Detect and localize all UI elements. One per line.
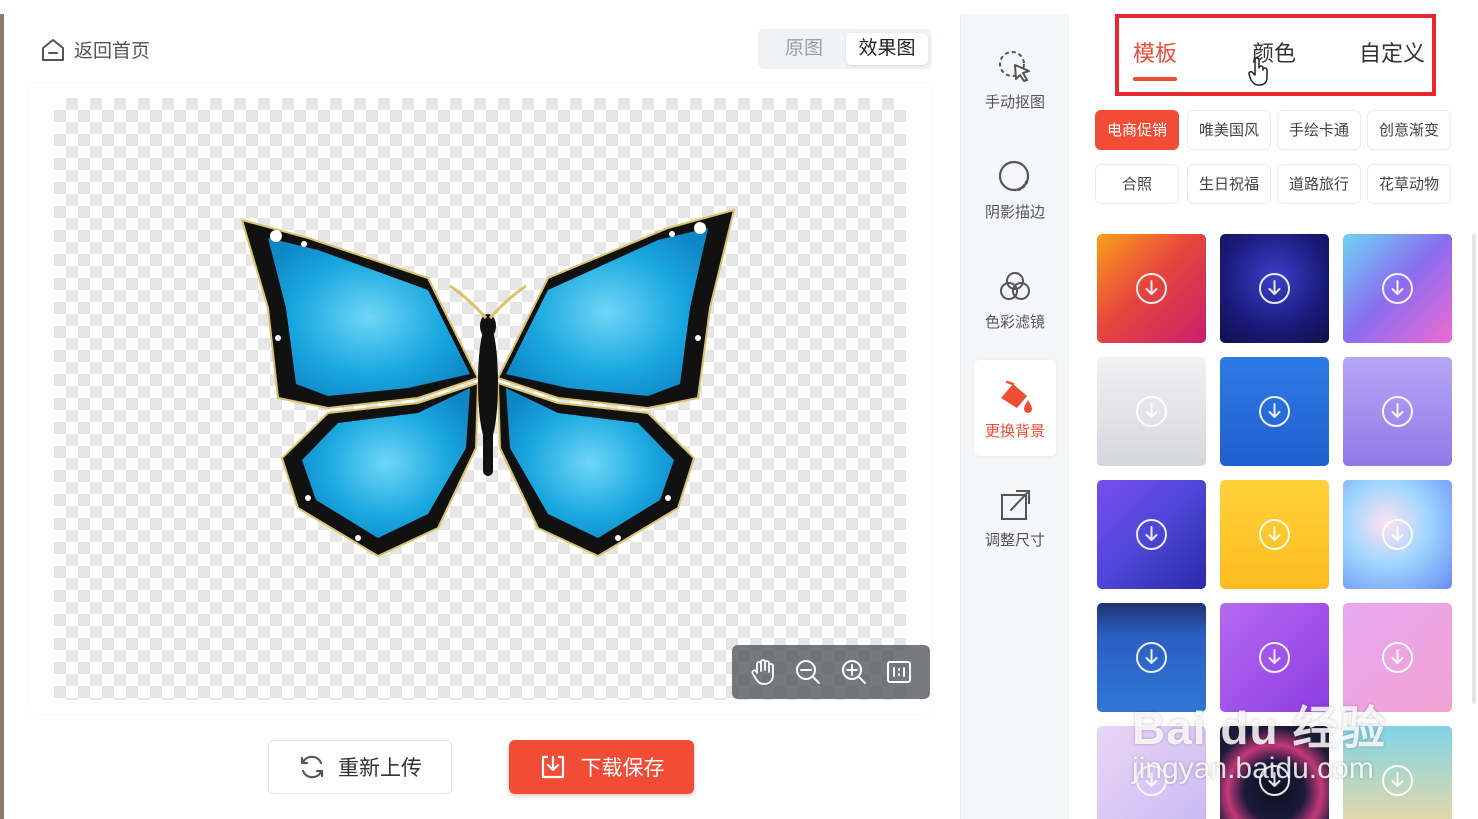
tool-manual-cutout[interactable]: 手动抠图 (974, 32, 1056, 128)
download-icon (1381, 395, 1414, 428)
category-chip[interactable]: 唯美国风 (1187, 110, 1271, 150)
template-thumb[interactable] (1097, 603, 1206, 712)
editor-area: 返回首页 原图 效果图 重新上传 下载保存 (4, 14, 960, 819)
reupload-button[interactable]: 重新上传 (268, 740, 452, 794)
refresh-icon (300, 755, 324, 779)
download-icon (1381, 641, 1414, 674)
color-filter-icon (1000, 271, 1030, 300)
back-home-link[interactable]: 返回首页 (40, 36, 150, 63)
download-icon (1381, 764, 1414, 797)
tool-label: 色彩滤镜 (984, 313, 1045, 331)
home-icon (42, 38, 64, 61)
butterfly-image (240, 208, 736, 558)
category-chip[interactable]: 道路旅行 (1277, 164, 1361, 204)
template-thumb[interactable] (1097, 234, 1206, 343)
reupload-label: 重新上传 (338, 757, 422, 780)
annotation-highlight-box (1115, 14, 1436, 96)
template-thumb[interactable] (1343, 234, 1452, 343)
category-chip[interactable]: 创意渐变 (1367, 110, 1451, 150)
template-thumb[interactable] (1220, 357, 1329, 466)
download-icon (1381, 272, 1414, 305)
tool-change-background[interactable]: 更换背景 (974, 360, 1056, 456)
top-strip (0, 0, 1478, 14)
template-thumb[interactable] (1220, 480, 1329, 589)
template-thumb[interactable] (1343, 603, 1452, 712)
download-save-label: 下载保存 (580, 757, 665, 780)
tool-label: 阴影描边 (984, 203, 1045, 221)
template-grid (1097, 234, 1457, 819)
download-icon (1135, 395, 1168, 428)
shadow-outline-icon (998, 160, 1030, 191)
download-icon (541, 755, 564, 779)
view-effect-button[interactable]: 效果图 (846, 33, 928, 65)
download-icon (1258, 641, 1291, 674)
cursor-select-icon (999, 50, 1030, 82)
category-chip[interactable]: 生日祝福 (1187, 164, 1271, 204)
template-thumb[interactable] (1220, 234, 1329, 343)
template-thumb[interactable] (1220, 603, 1329, 712)
category-chip[interactable]: 花草动物 (1367, 164, 1451, 204)
tool-shadow-outline[interactable]: 阴影描边 (974, 142, 1056, 238)
template-thumb[interactable] (1097, 480, 1206, 589)
tool-rail: 手动抠图 阴影描边 色彩滤镜 更换背景 调整尺寸 (960, 14, 1070, 819)
paint-bucket-icon (1001, 380, 1032, 413)
template-thumb[interactable] (1097, 726, 1206, 819)
tool-resize[interactable]: 调整尺寸 (974, 470, 1056, 566)
view-toggle: 原图 效果图 (758, 29, 932, 69)
hand-cursor-icon (1248, 57, 1268, 86)
template-thumb[interactable] (1220, 726, 1329, 819)
tool-label: 调整尺寸 (984, 531, 1045, 549)
download-icon (1258, 518, 1291, 551)
category-chip[interactable]: 合照 (1095, 164, 1179, 204)
download-icon (1135, 641, 1168, 674)
download-icon (1135, 764, 1168, 797)
download-icon (1258, 395, 1291, 428)
template-thumb[interactable] (1343, 480, 1452, 589)
resize-icon (1001, 489, 1030, 520)
template-thumb[interactable] (1343, 357, 1452, 466)
canvas-card (28, 84, 932, 714)
view-original-button[interactable]: 原图 (764, 33, 844, 65)
zoom-out-icon[interactable] (791, 655, 825, 689)
transparent-canvas[interactable] (54, 98, 930, 700)
fit-1to1-icon[interactable] (882, 655, 916, 689)
hand-icon[interactable] (746, 655, 780, 689)
download-save-button[interactable]: 下载保存 (509, 740, 694, 794)
panel-tabs: 模板 颜色 自定义 (1069, 14, 1478, 96)
tool-label: 手动抠图 (984, 93, 1045, 111)
download-icon (1258, 764, 1291, 797)
tool-label: 更换背景 (984, 422, 1045, 440)
download-icon (1258, 272, 1291, 305)
download-icon (1135, 272, 1168, 305)
template-thumb[interactable] (1097, 357, 1206, 466)
panel-scrollbar[interactable] (1472, 234, 1476, 704)
tool-color-filter[interactable]: 色彩滤镜 (974, 252, 1056, 348)
back-home-label: 返回首页 (74, 41, 151, 62)
background-panel: 模板 颜色 自定义 电商促销 唯美国风 手绘卡通 创意渐变 合照 生日祝福 道路… (1069, 14, 1478, 819)
download-icon (1135, 518, 1168, 551)
zoom-in-icon[interactable] (837, 655, 871, 689)
category-chip[interactable]: 手绘卡通 (1277, 110, 1361, 150)
template-thumb[interactable] (1343, 726, 1452, 819)
download-icon (1381, 518, 1414, 551)
zoom-toolbar (732, 645, 930, 699)
category-chip[interactable]: 电商促销 (1095, 110, 1179, 150)
